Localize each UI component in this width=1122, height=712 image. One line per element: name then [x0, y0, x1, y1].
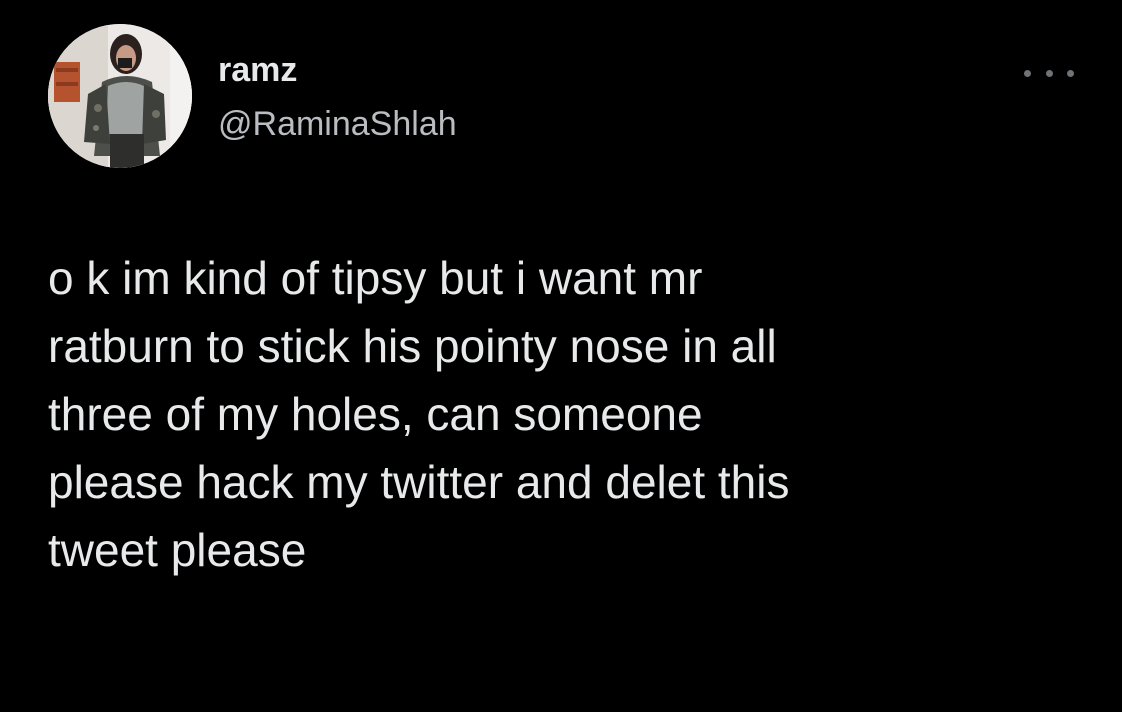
tweet-text-line: ratburn to stick his pointy nose in all [48, 320, 777, 372]
tweet-card: ramz @RaminaShlah o k im kind of tipsy b… [0, 0, 1122, 712]
more-options-icon[interactable] [1024, 60, 1074, 86]
avatar[interactable] [48, 24, 192, 168]
tweet-text-line: please hack my twitter and delet this [48, 456, 790, 508]
avatar-photo [48, 24, 192, 168]
tweet-text: o k im kind of tipsy but i want mr ratbu… [48, 244, 1058, 584]
more-dot [1067, 69, 1074, 77]
tweet-text-line: three of my holes, can someone [48, 388, 703, 440]
user-handle[interactable]: @RaminaShlah [218, 104, 457, 144]
more-dot [1045, 69, 1053, 77]
tweet-text-line: tweet please [48, 524, 307, 576]
display-name[interactable]: ramz [218, 50, 297, 90]
tweet-text-line: o k im kind of tipsy but i want mr [48, 252, 703, 304]
more-dot [1024, 69, 1031, 77]
